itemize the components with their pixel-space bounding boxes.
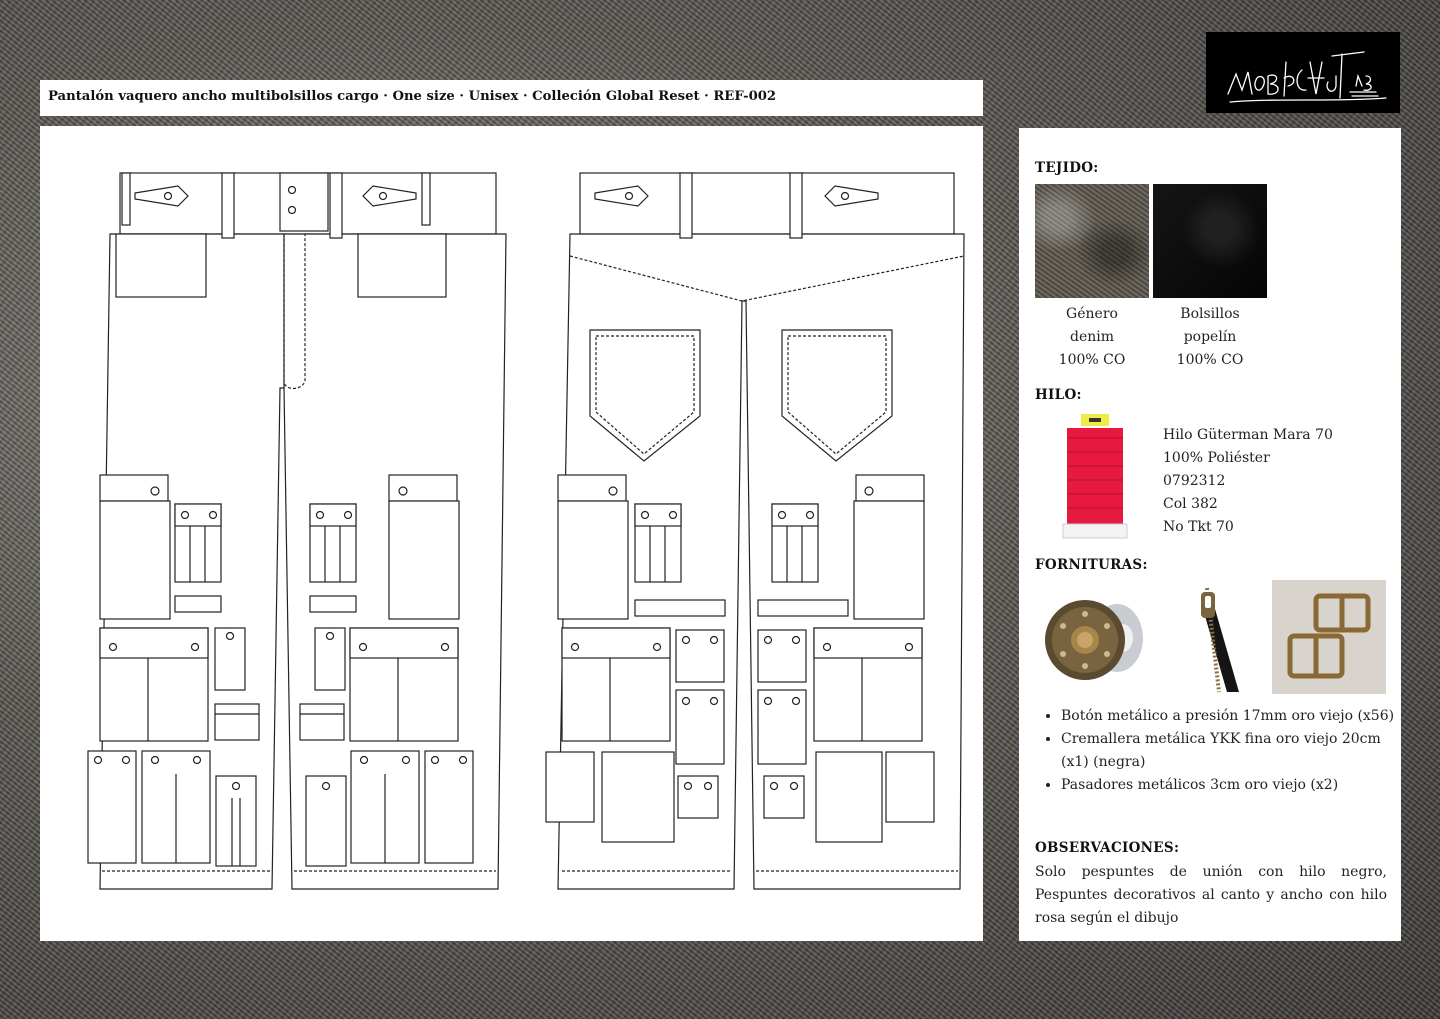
denim-swatch-label: Género denim 100% CO <box>1035 303 1149 372</box>
thread-line: Hilo Güterman Mara 70 <box>1163 427 1333 443</box>
hardware-list: Botón metálico a presión 17mm oro viejo … <box>1041 705 1411 797</box>
thread-spool-icon <box>1062 414 1128 539</box>
metal-slider-photo <box>1272 580 1386 694</box>
list-item: Cremallera metálica YKK fina oro viejo 2… <box>1061 728 1411 774</box>
thread-line: 100% Poliéster <box>1163 450 1270 466</box>
specification-panel: TEJIDO: Género denim 100% CO Bolsillos p… <box>1019 128 1401 941</box>
swatch-label-line: Género <box>1066 306 1118 322</box>
technical-drawing-panel <box>40 126 983 941</box>
metal-zipper-photo <box>1161 582 1273 694</box>
swatch-label-line: 100% CO <box>1176 352 1244 368</box>
thread-line: No Tkt 70 <box>1163 519 1234 535</box>
observaciones-heading: OBSERVACIONES: <box>1035 840 1180 856</box>
title-bar: Pantalón vaquero ancho multibolsillos ca… <box>40 80 983 116</box>
observaciones-text: Solo pespuntes de unión con hilo negro, … <box>1035 864 1387 926</box>
swatch-label-line: denim <box>1069 329 1115 345</box>
fornituras-heading: FORNITURAS: <box>1035 557 1148 573</box>
document-title: Pantalón vaquero ancho multibolsillos ca… <box>48 89 777 104</box>
jeans-technical-flat-drawing <box>87 172 965 890</box>
signature-logo-icon <box>1227 51 1387 103</box>
list-item: Botón metálico a presión 17mm oro viejo … <box>1061 705 1411 728</box>
swatch-label-line: Bolsillos <box>1180 306 1240 322</box>
swatch-label-line: popelín <box>1183 329 1237 345</box>
hilo-heading: HILO: <box>1035 387 1082 403</box>
list-item: Pasadores metálicos 3cm oro viejo (x2) <box>1061 774 1411 797</box>
thread-line: 0792312 <box>1163 473 1226 489</box>
thread-details: Hilo Güterman Mara 70 100% Poliéster 079… <box>1163 424 1333 539</box>
brand-logo <box>1206 32 1400 113</box>
metal-button-photo <box>1037 582 1149 694</box>
denim-fabric-swatch <box>1035 184 1149 298</box>
poplin-swatch-label: Bolsillos popelín 100% CO <box>1153 303 1267 372</box>
tejido-heading: TEJIDO: <box>1035 160 1099 176</box>
thread-line: Col 382 <box>1163 496 1218 512</box>
poplin-fabric-swatch <box>1153 184 1267 298</box>
swatch-label-line: 100% CO <box>1058 352 1126 368</box>
